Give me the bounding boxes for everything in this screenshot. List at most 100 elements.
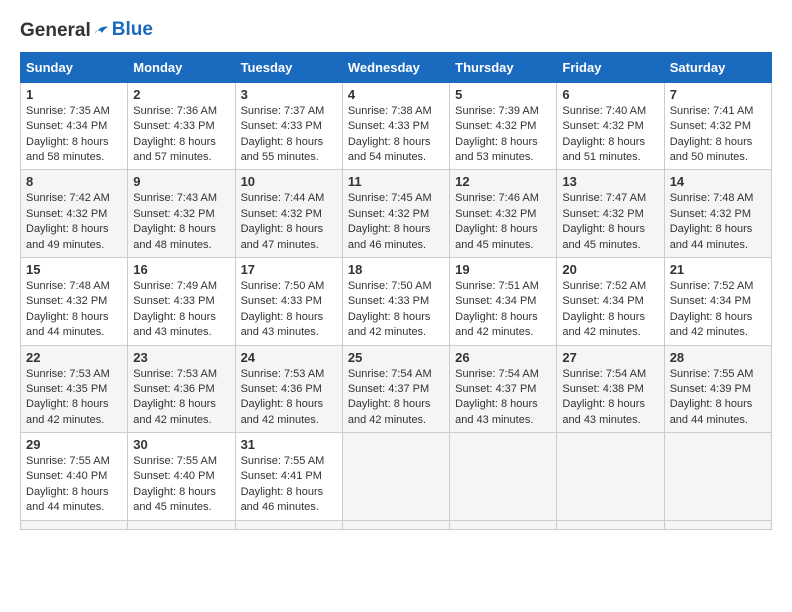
day-cell-25: 25 Sunrise: 7:54 AMSunset: 4:37 PMDaylig… (342, 345, 449, 433)
calendar-row-1: 8 Sunrise: 7:42 AMSunset: 4:32 PMDayligh… (21, 170, 772, 258)
day-cell-7: 7 Sunrise: 7:41 AMSunset: 4:32 PMDayligh… (664, 82, 771, 170)
day-number: 2 (133, 87, 229, 102)
col-header-wednesday: Wednesday (342, 52, 449, 82)
day-info: Sunrise: 7:55 AMSunset: 4:39 PMDaylight:… (670, 368, 754, 426)
calendar-row-3: 22 Sunrise: 7:53 AMSunset: 4:35 PMDaylig… (21, 345, 772, 433)
day-cell-14: 14 Sunrise: 7:48 AMSunset: 4:32 PMDaylig… (664, 170, 771, 258)
day-info: Sunrise: 7:51 AMSunset: 4:34 PMDaylight:… (455, 280, 539, 338)
day-number: 4 (348, 87, 444, 102)
day-cell-29: 29 Sunrise: 7:55 AMSunset: 4:40 PMDaylig… (21, 433, 128, 521)
day-number: 17 (241, 262, 337, 277)
day-number: 27 (562, 350, 658, 365)
day-cell-4: 4 Sunrise: 7:38 AMSunset: 4:33 PMDayligh… (342, 82, 449, 170)
day-cell-26: 26 Sunrise: 7:54 AMSunset: 4:37 PMDaylig… (450, 345, 557, 433)
logo-bird-icon (92, 23, 110, 39)
day-number: 29 (26, 437, 122, 452)
day-number: 12 (455, 174, 551, 189)
calendar-row-4: 29 Sunrise: 7:55 AMSunset: 4:40 PMDaylig… (21, 433, 772, 521)
calendar-row-0: 1 Sunrise: 7:35 AMSunset: 4:34 PMDayligh… (21, 82, 772, 170)
calendar-table: SundayMondayTuesdayWednesdayThursdayFrid… (20, 52, 772, 530)
day-number: 3 (241, 87, 337, 102)
day-number: 28 (670, 350, 766, 365)
day-info: Sunrise: 7:53 AMSunset: 4:36 PMDaylight:… (133, 368, 217, 426)
day-number: 22 (26, 350, 122, 365)
calendar-header-row: SundayMondayTuesdayWednesdayThursdayFrid… (21, 52, 772, 82)
day-cell-3: 3 Sunrise: 7:37 AMSunset: 4:33 PMDayligh… (235, 82, 342, 170)
col-header-sunday: Sunday (21, 52, 128, 82)
day-cell-17: 17 Sunrise: 7:50 AMSunset: 4:33 PMDaylig… (235, 257, 342, 345)
day-number: 14 (670, 174, 766, 189)
day-cell-8: 8 Sunrise: 7:42 AMSunset: 4:32 PMDayligh… (21, 170, 128, 258)
day-info: Sunrise: 7:48 AMSunset: 4:32 PMDaylight:… (670, 192, 754, 250)
day-cell-6: 6 Sunrise: 7:40 AMSunset: 4:32 PMDayligh… (557, 82, 664, 170)
calendar-row-5 (21, 520, 772, 529)
empty-cell (557, 433, 664, 521)
day-info: Sunrise: 7:54 AMSunset: 4:38 PMDaylight:… (562, 368, 646, 426)
day-cell-10: 10 Sunrise: 7:44 AMSunset: 4:32 PMDaylig… (235, 170, 342, 258)
day-cell-24: 24 Sunrise: 7:53 AMSunset: 4:36 PMDaylig… (235, 345, 342, 433)
col-header-friday: Friday (557, 52, 664, 82)
day-number: 6 (562, 87, 658, 102)
day-cell-31: 31 Sunrise: 7:55 AMSunset: 4:41 PMDaylig… (235, 433, 342, 521)
empty-cell (557, 520, 664, 529)
day-cell-19: 19 Sunrise: 7:51 AMSunset: 4:34 PMDaylig… (450, 257, 557, 345)
calendar-row-2: 15 Sunrise: 7:48 AMSunset: 4:32 PMDaylig… (21, 257, 772, 345)
day-number: 8 (26, 174, 122, 189)
day-number: 24 (241, 350, 337, 365)
day-number: 5 (455, 87, 551, 102)
day-info: Sunrise: 7:46 AMSunset: 4:32 PMDaylight:… (455, 192, 539, 250)
day-info: Sunrise: 7:35 AMSunset: 4:34 PMDaylight:… (26, 105, 110, 163)
day-info: Sunrise: 7:53 AMSunset: 4:36 PMDaylight:… (241, 368, 325, 426)
day-cell-20: 20 Sunrise: 7:52 AMSunset: 4:34 PMDaylig… (557, 257, 664, 345)
day-cell-5: 5 Sunrise: 7:39 AMSunset: 4:32 PMDayligh… (450, 82, 557, 170)
day-cell-18: 18 Sunrise: 7:50 AMSunset: 4:33 PMDaylig… (342, 257, 449, 345)
day-number: 23 (133, 350, 229, 365)
day-number: 20 (562, 262, 658, 277)
empty-cell (342, 520, 449, 529)
day-info: Sunrise: 7:49 AMSunset: 4:33 PMDaylight:… (133, 280, 217, 338)
empty-cell (342, 433, 449, 521)
day-info: Sunrise: 7:38 AMSunset: 4:33 PMDaylight:… (348, 105, 432, 163)
day-number: 15 (26, 262, 122, 277)
day-cell-9: 9 Sunrise: 7:43 AMSunset: 4:32 PMDayligh… (128, 170, 235, 258)
day-info: Sunrise: 7:48 AMSunset: 4:32 PMDaylight:… (26, 280, 110, 338)
day-info: Sunrise: 7:54 AMSunset: 4:37 PMDaylight:… (348, 368, 432, 426)
day-info: Sunrise: 7:52 AMSunset: 4:34 PMDaylight:… (670, 280, 754, 338)
day-info: Sunrise: 7:50 AMSunset: 4:33 PMDaylight:… (241, 280, 325, 338)
day-info: Sunrise: 7:55 AMSunset: 4:40 PMDaylight:… (26, 455, 110, 513)
empty-cell (235, 520, 342, 529)
day-cell-1: 1 Sunrise: 7:35 AMSunset: 4:34 PMDayligh… (21, 82, 128, 170)
day-cell-12: 12 Sunrise: 7:46 AMSunset: 4:32 PMDaylig… (450, 170, 557, 258)
day-number: 19 (455, 262, 551, 277)
day-cell-28: 28 Sunrise: 7:55 AMSunset: 4:39 PMDaylig… (664, 345, 771, 433)
day-info: Sunrise: 7:43 AMSunset: 4:32 PMDaylight:… (133, 192, 217, 250)
day-number: 26 (455, 350, 551, 365)
day-cell-27: 27 Sunrise: 7:54 AMSunset: 4:38 PMDaylig… (557, 345, 664, 433)
day-cell-13: 13 Sunrise: 7:47 AMSunset: 4:32 PMDaylig… (557, 170, 664, 258)
day-cell-15: 15 Sunrise: 7:48 AMSunset: 4:32 PMDaylig… (21, 257, 128, 345)
day-info: Sunrise: 7:41 AMSunset: 4:32 PMDaylight:… (670, 105, 754, 163)
logo: General Blue (20, 20, 153, 42)
day-cell-22: 22 Sunrise: 7:53 AMSunset: 4:35 PMDaylig… (21, 345, 128, 433)
empty-cell (664, 433, 771, 521)
day-cell-2: 2 Sunrise: 7:36 AMSunset: 4:33 PMDayligh… (128, 82, 235, 170)
day-info: Sunrise: 7:55 AMSunset: 4:40 PMDaylight:… (133, 455, 217, 513)
day-info: Sunrise: 7:53 AMSunset: 4:35 PMDaylight:… (26, 368, 110, 426)
col-header-tuesday: Tuesday (235, 52, 342, 82)
empty-cell (450, 433, 557, 521)
day-info: Sunrise: 7:42 AMSunset: 4:32 PMDaylight:… (26, 192, 110, 250)
day-info: Sunrise: 7:50 AMSunset: 4:33 PMDaylight:… (348, 280, 432, 338)
day-number: 10 (241, 174, 337, 189)
day-number: 25 (348, 350, 444, 365)
day-info: Sunrise: 7:54 AMSunset: 4:37 PMDaylight:… (455, 368, 539, 426)
col-header-thursday: Thursday (450, 52, 557, 82)
page-header: General Blue (20, 20, 772, 42)
day-cell-11: 11 Sunrise: 7:45 AMSunset: 4:32 PMDaylig… (342, 170, 449, 258)
day-cell-21: 21 Sunrise: 7:52 AMSunset: 4:34 PMDaylig… (664, 257, 771, 345)
day-number: 7 (670, 87, 766, 102)
day-info: Sunrise: 7:40 AMSunset: 4:32 PMDaylight:… (562, 105, 646, 163)
day-number: 16 (133, 262, 229, 277)
day-cell-23: 23 Sunrise: 7:53 AMSunset: 4:36 PMDaylig… (128, 345, 235, 433)
day-info: Sunrise: 7:52 AMSunset: 4:34 PMDaylight:… (562, 280, 646, 338)
col-header-saturday: Saturday (664, 52, 771, 82)
